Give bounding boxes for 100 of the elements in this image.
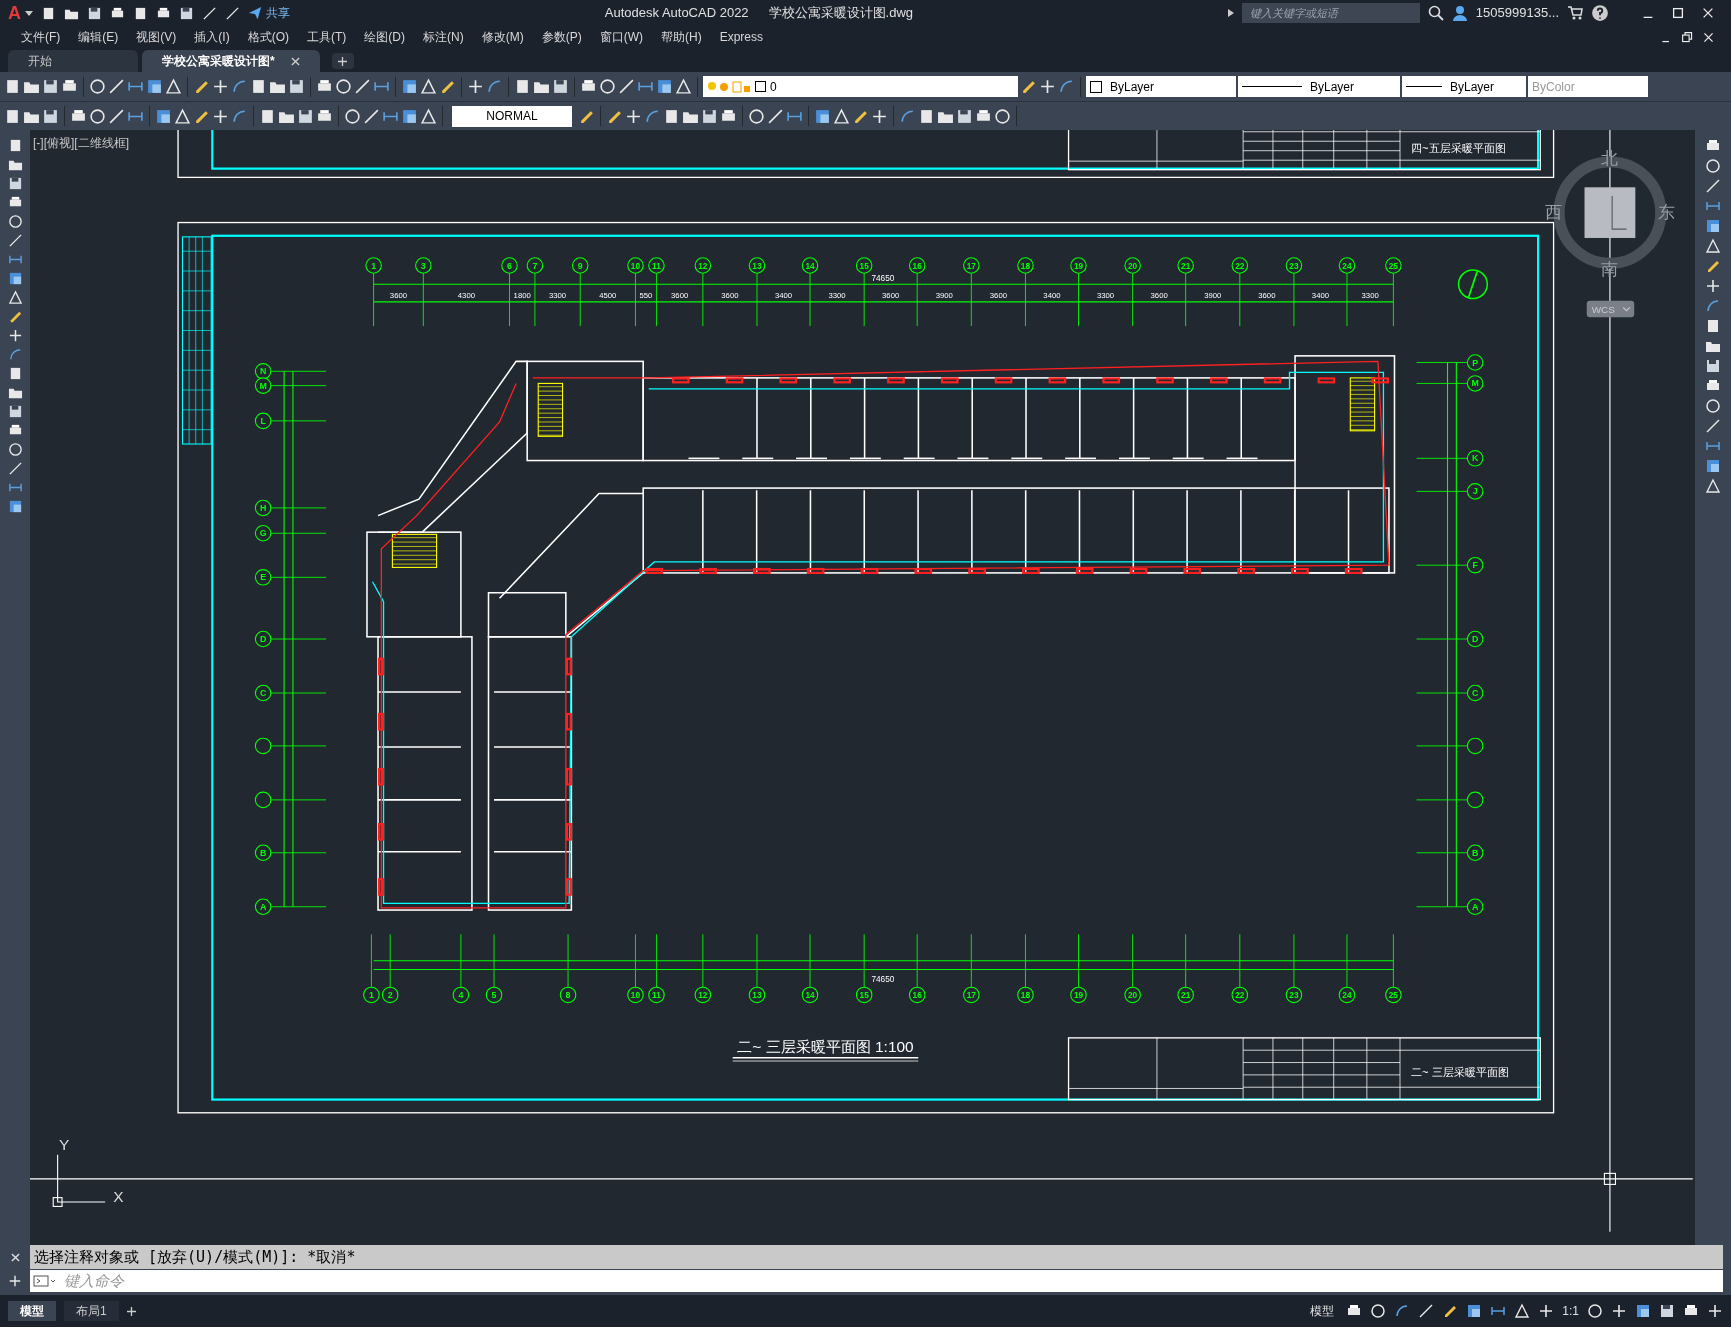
- tool-icon[interactable]: [552, 78, 569, 95]
- app-logo[interactable]: A: [8, 4, 21, 22]
- tool-icon[interactable]: [42, 78, 59, 95]
- user-name[interactable]: 1505999135...: [1475, 3, 1559, 23]
- tool-icon[interactable]: [956, 107, 973, 125]
- menu-item[interactable]: 插入(I): [185, 26, 239, 48]
- user-icon[interactable]: [1451, 5, 1468, 21]
- tool-icon[interactable]: [7, 328, 23, 343]
- document-tab[interactable]: 学校公寓采暖设计图*: [142, 50, 320, 72]
- tool-icon[interactable]: [41, 5, 56, 21]
- menu-item[interactable]: 参数(P): [532, 26, 591, 48]
- plus-icon[interactable]: [338, 56, 348, 66]
- menu-item[interactable]: 文件(F): [12, 26, 70, 48]
- tool-icon[interactable]: [165, 78, 182, 95]
- lineweight-dropdown[interactable]: ByLayer: [1402, 76, 1526, 97]
- caret-icon[interactable]: [25, 9, 33, 17]
- status-icon[interactable]: [1587, 1303, 1603, 1319]
- text-style-dropdown[interactable]: NORMAL: [452, 105, 572, 127]
- layout-tab[interactable]: 布局1: [64, 1301, 119, 1321]
- tool-icon[interactable]: [193, 78, 210, 95]
- menu-item[interactable]: 窗口(W): [590, 26, 652, 48]
- tool-icon[interactable]: [1705, 478, 1721, 494]
- tool-icon[interactable]: [625, 107, 642, 125]
- menu-item[interactable]: Express: [710, 26, 772, 48]
- tool-icon[interactable]: [87, 5, 102, 21]
- cart-icon[interactable]: [1567, 5, 1583, 21]
- status-icon[interactable]: [1466, 1303, 1483, 1319]
- viewport-label[interactable]: [-][俯视][二维线框]: [33, 134, 129, 152]
- tool-icon[interactable]: [212, 107, 229, 125]
- tool-icon[interactable]: [1705, 318, 1721, 334]
- tool-icon[interactable]: [363, 107, 380, 125]
- linetype-dropdown[interactable]: ByLayer: [1238, 76, 1400, 97]
- add-layout-button[interactable]: [126, 1306, 136, 1316]
- tool-icon[interactable]: [871, 107, 888, 125]
- status-icon[interactable]: [1370, 1303, 1387, 1319]
- tool-icon[interactable]: [259, 107, 276, 125]
- command-input[interactable]: 键入命令: [60, 1270, 1723, 1292]
- status-icon[interactable]: [1514, 1303, 1531, 1319]
- tool-icon[interactable]: [994, 107, 1011, 125]
- tool-icon[interactable]: [297, 107, 314, 125]
- help-icon[interactable]: [1591, 4, 1609, 22]
- tool-icon[interactable]: [701, 107, 718, 125]
- tool-icon[interactable]: [1705, 398, 1721, 414]
- tool-icon[interactable]: [1705, 258, 1721, 274]
- tool-icon[interactable]: [250, 78, 267, 95]
- tool-icon[interactable]: [4, 78, 21, 95]
- restore-icon[interactable]: [1681, 30, 1694, 44]
- share-button[interactable]: 共享: [248, 4, 290, 22]
- menu-item[interactable]: 帮助(H): [652, 26, 711, 48]
- send-icon[interactable]: [248, 6, 262, 20]
- menu-item[interactable]: 修改(M): [472, 26, 533, 48]
- layer-dropdown[interactable]: 0: [703, 76, 1018, 97]
- menu-item[interactable]: 视图(V): [127, 26, 186, 48]
- menu-item[interactable]: 绘图(D): [355, 26, 414, 48]
- tool-icon[interactable]: [439, 78, 456, 95]
- layout-tab[interactable]: 模型: [8, 1301, 56, 1321]
- tool-icon[interactable]: [514, 78, 531, 95]
- status-icon[interactable]: [1538, 1303, 1555, 1319]
- close-icon[interactable]: [10, 1252, 20, 1262]
- tool-icon[interactable]: [179, 5, 194, 21]
- status-icon[interactable]: [1418, 1303, 1435, 1319]
- status-icon[interactable]: [1442, 1303, 1459, 1319]
- status-icon[interactable]: [1659, 1303, 1675, 1319]
- tool-icon[interactable]: [108, 107, 125, 125]
- tool-icon[interactable]: [288, 78, 305, 95]
- tool-icon[interactable]: [420, 107, 437, 125]
- tool-icon[interactable]: [1705, 358, 1721, 374]
- tool-icon[interactable]: [344, 107, 361, 125]
- document-tab[interactable]: 开始: [8, 50, 138, 72]
- tool-icon[interactable]: [212, 78, 229, 95]
- tool-icon[interactable]: [7, 461, 23, 476]
- tool-icon[interactable]: [618, 78, 635, 95]
- tool-icon[interactable]: [354, 78, 371, 95]
- tool-icon[interactable]: [108, 78, 125, 95]
- tool-icon[interactable]: [748, 107, 765, 125]
- status-icon[interactable]: [1635, 1303, 1651, 1319]
- menu-item[interactable]: 工具(T): [298, 26, 356, 48]
- tool-icon[interactable]: [1705, 238, 1721, 254]
- tool-icon[interactable]: [599, 78, 616, 95]
- status-icon[interactable]: [1611, 1303, 1627, 1319]
- tool-icon[interactable]: [1039, 78, 1056, 95]
- tool-icon[interactable]: [1705, 418, 1721, 434]
- tool-icon[interactable]: [1705, 278, 1721, 294]
- model-space-button[interactable]: 模型: [1306, 1302, 1339, 1320]
- menu-item[interactable]: 标注(N): [414, 26, 473, 48]
- expand-icon[interactable]: [1227, 9, 1234, 17]
- color-dropdown[interactable]: ByLayer: [1086, 76, 1236, 97]
- tool-icon[interactable]: [1020, 78, 1037, 95]
- tool-icon[interactable]: [467, 78, 484, 95]
- tool-icon[interactable]: [4, 107, 21, 125]
- tool-icon[interactable]: [7, 404, 23, 419]
- search-field[interactable]: 键入关键字或短语: [1241, 3, 1420, 23]
- new-tab-button[interactable]: [331, 53, 354, 69]
- tool-icon[interactable]: [335, 78, 352, 95]
- tool-icon[interactable]: [675, 78, 692, 95]
- tool-icon[interactable]: [174, 107, 191, 125]
- tool-icon[interactable]: [663, 107, 680, 125]
- status-icon[interactable]: [1707, 1303, 1723, 1319]
- maximize-icon[interactable]: [1671, 6, 1685, 20]
- tool-icon[interactable]: [833, 107, 850, 125]
